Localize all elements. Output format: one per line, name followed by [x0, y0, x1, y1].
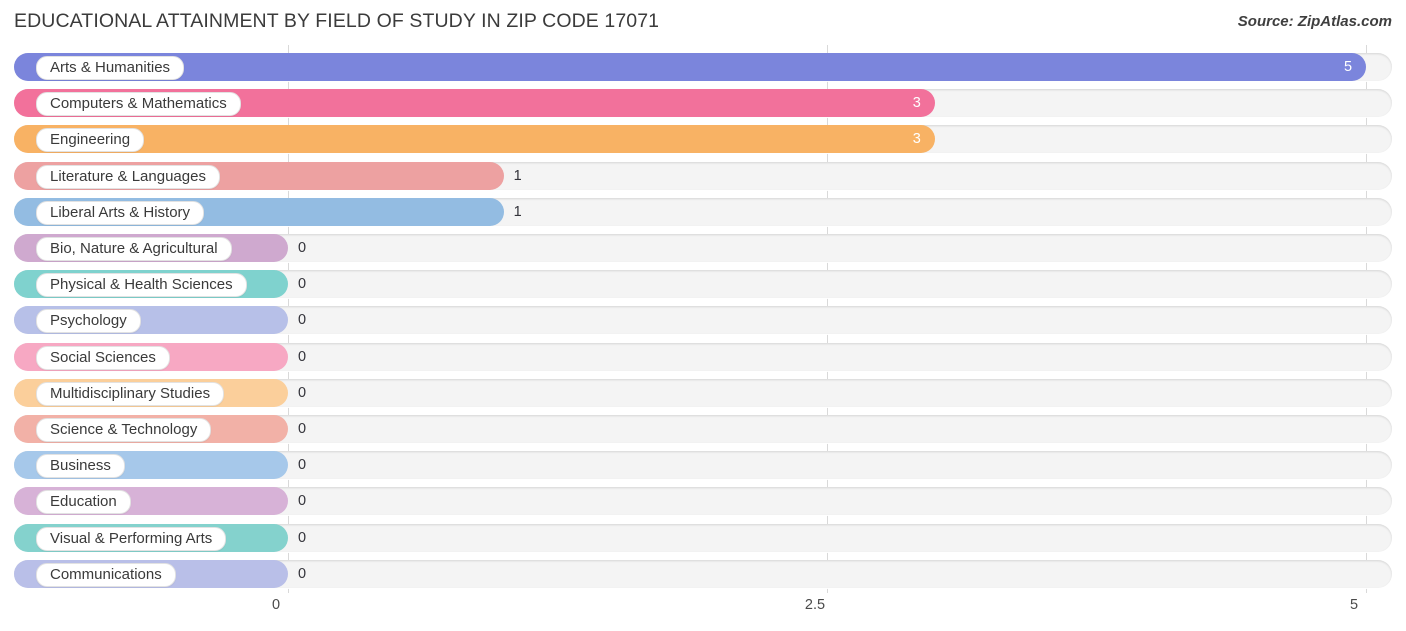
chart-header: EDUCATIONAL ATTAINMENT BY FIELD OF STUDY…	[0, 0, 1406, 45]
bar-row[interactable]: 0 Psychology	[14, 306, 1392, 335]
source-attribution: Source: ZipAtlas.com	[1237, 13, 1392, 30]
category-label: Physical & Health Sciences	[36, 273, 247, 298]
bar-value-label: 0	[298, 384, 307, 401]
bar-row[interactable]: 5 Arts & Humanities	[14, 53, 1392, 81]
bar-row[interactable]: 0 Education	[14, 487, 1392, 516]
bar-value-label: 0	[298, 348, 307, 365]
bar-row[interactable]: 0 Visual & Performing Arts	[14, 523, 1392, 552]
bar-value-label: 5	[1344, 59, 1353, 75]
bar-value-label: 3	[912, 131, 921, 148]
bar-value-label: 0	[298, 421, 307, 437]
bar-value-label: 3	[912, 95, 921, 112]
bar-value-label: 1	[513, 167, 522, 184]
bar-row[interactable]: 0 Social Sciences	[14, 342, 1392, 371]
bar-value-label: 0	[298, 240, 307, 256]
category-label: Engineering	[36, 128, 145, 153]
category-label: Visual & Performing Arts	[36, 526, 227, 551]
bar-value-label: 1	[513, 203, 522, 220]
bar-value-label: 0	[298, 565, 307, 582]
bar-row[interactable]: 0 Multidisciplinary Studies	[14, 378, 1392, 407]
category-label: Liberal Arts & History	[36, 200, 205, 225]
bar[interactable]	[14, 53, 1366, 81]
category-label: Business	[36, 454, 125, 479]
x-axis: 0 2.5 5	[0, 593, 1406, 631]
page-title: EDUCATIONAL ATTAINMENT BY FIELD OF STUDY…	[14, 10, 660, 32]
bar[interactable]	[14, 125, 935, 154]
axis-tick-label: 2.5	[804, 597, 826, 613]
category-label: Science & Technology	[36, 418, 212, 442]
bar-value-label: 0	[298, 457, 307, 474]
category-label: Literature & Languages	[36, 164, 220, 189]
chart-container: EDUCATIONAL ATTAINMENT BY FIELD OF STUDY…	[0, 0, 1406, 631]
plot-area: 5 Arts & Humanities 3 Computers & Mathemati…	[0, 45, 1406, 593]
category-label: Psychology	[36, 309, 141, 334]
axis-tick-label: 0	[271, 597, 281, 613]
category-label: Social Sciences	[36, 345, 170, 370]
axis-tick-label: 5	[1349, 597, 1359, 613]
bar-row[interactable]: 0 Business	[14, 451, 1392, 480]
category-label: Multidisciplinary Studies	[36, 381, 225, 406]
category-label: Arts & Humanities	[36, 56, 185, 80]
bar-rows: 5 Arts & Humanities 3 Computers & Mathemati…	[0, 45, 1406, 593]
bar-value-label: 0	[298, 493, 307, 510]
bar-row[interactable]: 0 Physical & Health Sciences	[14, 270, 1392, 299]
category-label: Education	[36, 490, 131, 515]
category-label: Communications	[36, 562, 176, 587]
category-label: Computers & Mathematics	[36, 92, 241, 117]
category-label: Bio, Nature & Agricultural	[36, 237, 232, 261]
bar-row[interactable]: 0 Communications	[14, 559, 1392, 588]
bar-value-label: 0	[298, 529, 307, 546]
bar-row[interactable]: 0 Bio, Nature & Agricultural	[14, 234, 1392, 262]
bar-row[interactable]: 3 Computers & Mathematics	[14, 89, 1392, 118]
bar-value-label: 0	[298, 276, 307, 293]
bar-value-label: 0	[298, 312, 307, 329]
bar-row[interactable]: 0 Science & Technology	[14, 415, 1392, 443]
bar-row[interactable]: 1 Liberal Arts & History	[14, 197, 1392, 226]
bar-row[interactable]: 1 Literature & Languages	[14, 161, 1392, 190]
bar-row[interactable]: 3 Engineering	[14, 125, 1392, 154]
